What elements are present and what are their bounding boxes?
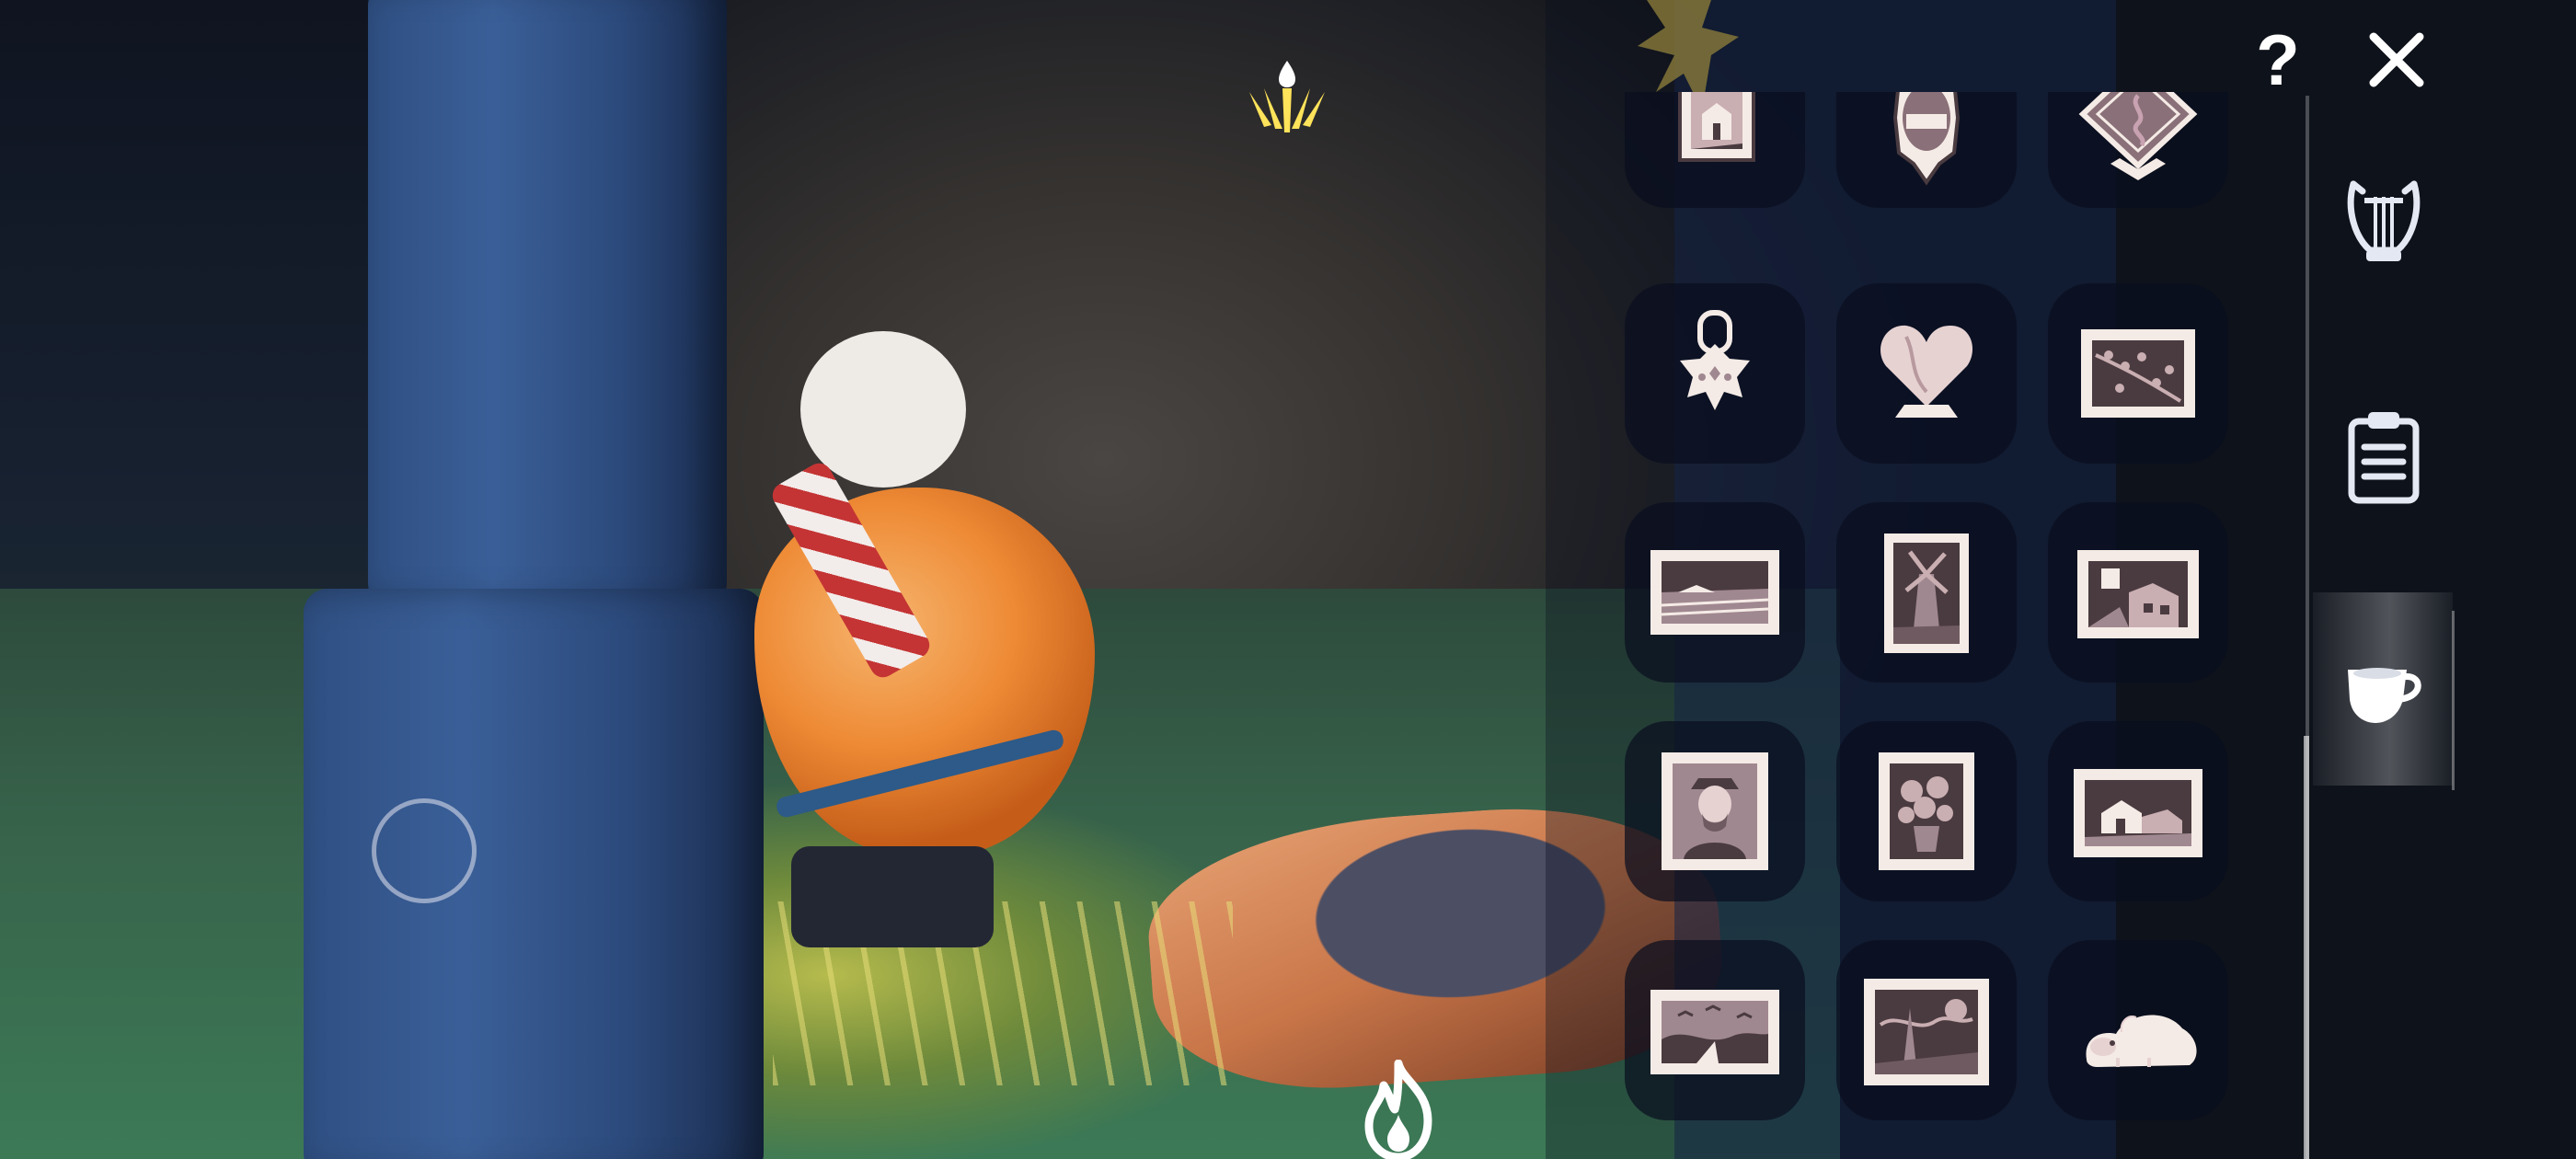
item-slot[interactable]: [1836, 283, 2017, 464]
heart-stone-statue-icon: [1880, 325, 1972, 418]
tab-clipboard[interactable]: [2313, 359, 2453, 552]
item-slot[interactable]: [1625, 502, 1805, 683]
scrollbar[interactable]: [2304, 736, 2309, 1159]
hanging-star-lantern-icon: [1680, 310, 1750, 410]
cottage-painting-icon: [2074, 769, 2202, 857]
item-slot[interactable]: [1836, 502, 2017, 683]
item-slot[interactable]: [1625, 940, 1805, 1120]
item-slot[interactable]: [1836, 940, 2017, 1120]
character-legs: [791, 846, 994, 947]
portrait-painting-icon: [1662, 752, 1768, 870]
item-slot[interactable]: [1625, 283, 1805, 464]
flame-icon[interactable]: [1343, 1060, 1454, 1159]
wheatfield-crows-painting-icon: [1650, 990, 1779, 1074]
blossom-branch-painting-icon: [2081, 329, 2195, 418]
help-label: ?: [2256, 24, 2300, 94]
diamond-sigil-sign-icon: [2078, 92, 2198, 180]
landscape-field-painting-icon: [1650, 550, 1779, 635]
item-slot[interactable]: [2048, 92, 2228, 208]
item-slot[interactable]: [2048, 721, 2228, 901]
stone-pillar: [304, 0, 782, 1159]
sleeping-creature-plush-icon: [2086, 1015, 2197, 1067]
item-grid: [1619, 92, 2236, 1159]
tab-teacup[interactable]: [2313, 592, 2455, 790]
item-slot[interactable]: [2048, 283, 2228, 464]
teacup-icon: [2348, 668, 2421, 723]
item-slot[interactable]: [1625, 721, 1805, 901]
tab-lyre[interactable]: [2313, 127, 2453, 320]
player-character: [754, 331, 1104, 1012]
help-icon[interactable]: ?: [2250, 24, 2306, 94]
pillar-lower-block: [304, 589, 764, 1159]
village-street-painting-icon: [2077, 550, 2199, 638]
item-slot[interactable]: [2048, 502, 2228, 683]
sunflowers-painting-icon: [1879, 752, 1974, 870]
lyre-icon: [2347, 180, 2421, 261]
item-slot[interactable]: [1625, 92, 1805, 208]
framed-house-painting-icon: [1678, 92, 1755, 162]
joystick-ring[interactable]: [372, 798, 477, 903]
starry-night-painting-icon: [1864, 979, 1989, 1085]
candle-wing-icon: [1249, 61, 1325, 132]
item-slot[interactable]: [2048, 940, 2228, 1120]
pillar-upper-block: [368, 0, 727, 607]
windmill-painting-icon: [1884, 534, 1969, 653]
clipboard-icon: [2348, 412, 2420, 504]
item-slot[interactable]: [1836, 721, 2017, 901]
oval-mirror-icon: [1892, 92, 1961, 186]
close-icon[interactable]: [2366, 29, 2427, 90]
item-slot[interactable]: [1836, 92, 2017, 208]
